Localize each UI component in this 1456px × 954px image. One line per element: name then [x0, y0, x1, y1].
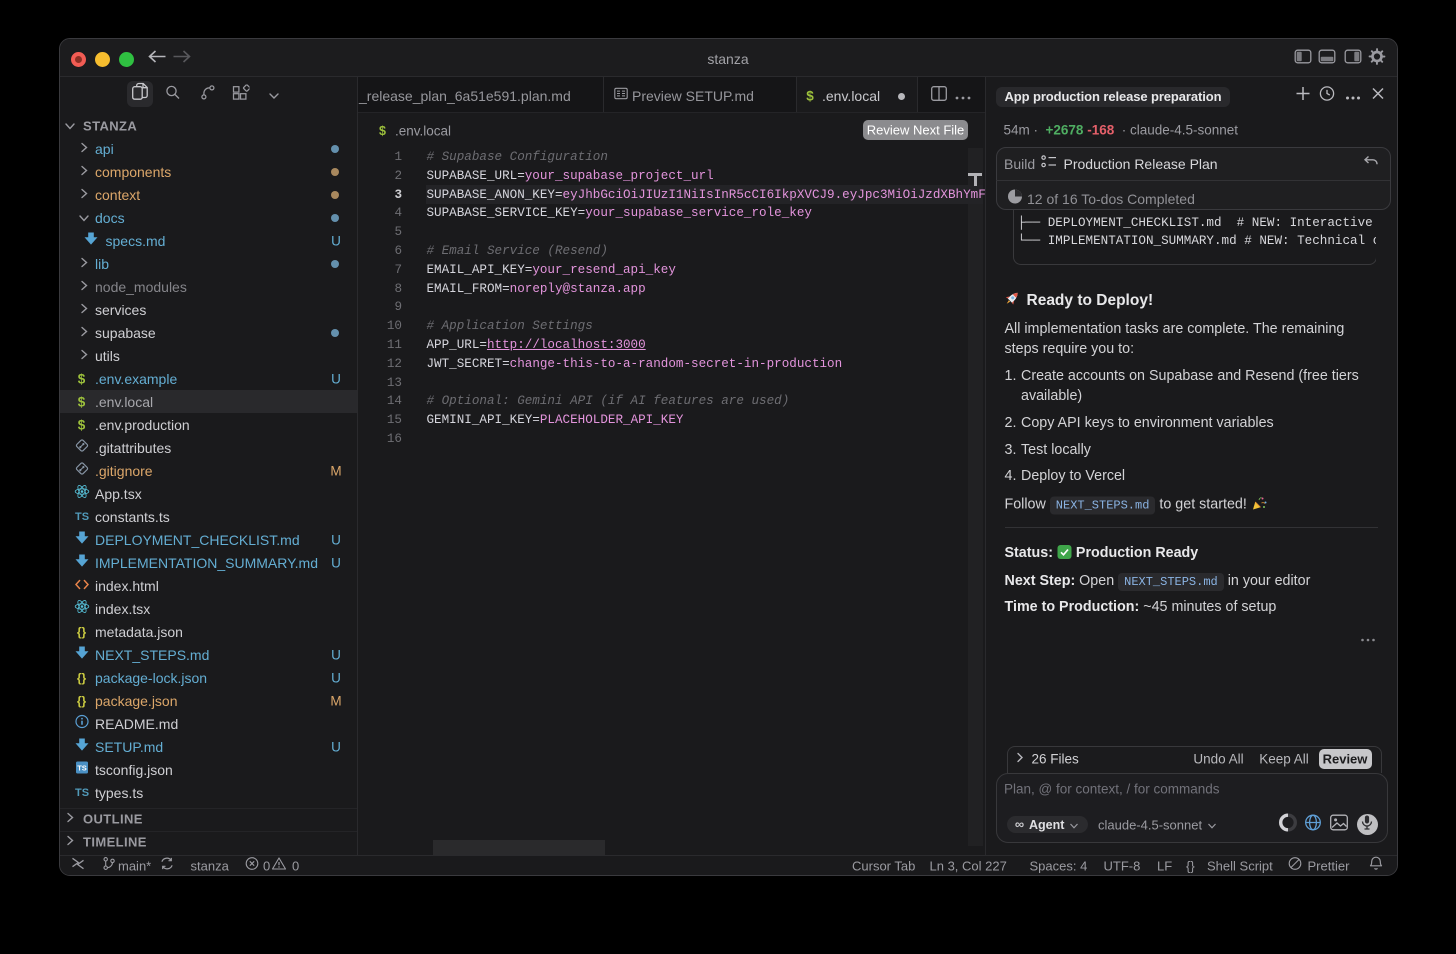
- svg-text:TS: TS: [77, 763, 87, 772]
